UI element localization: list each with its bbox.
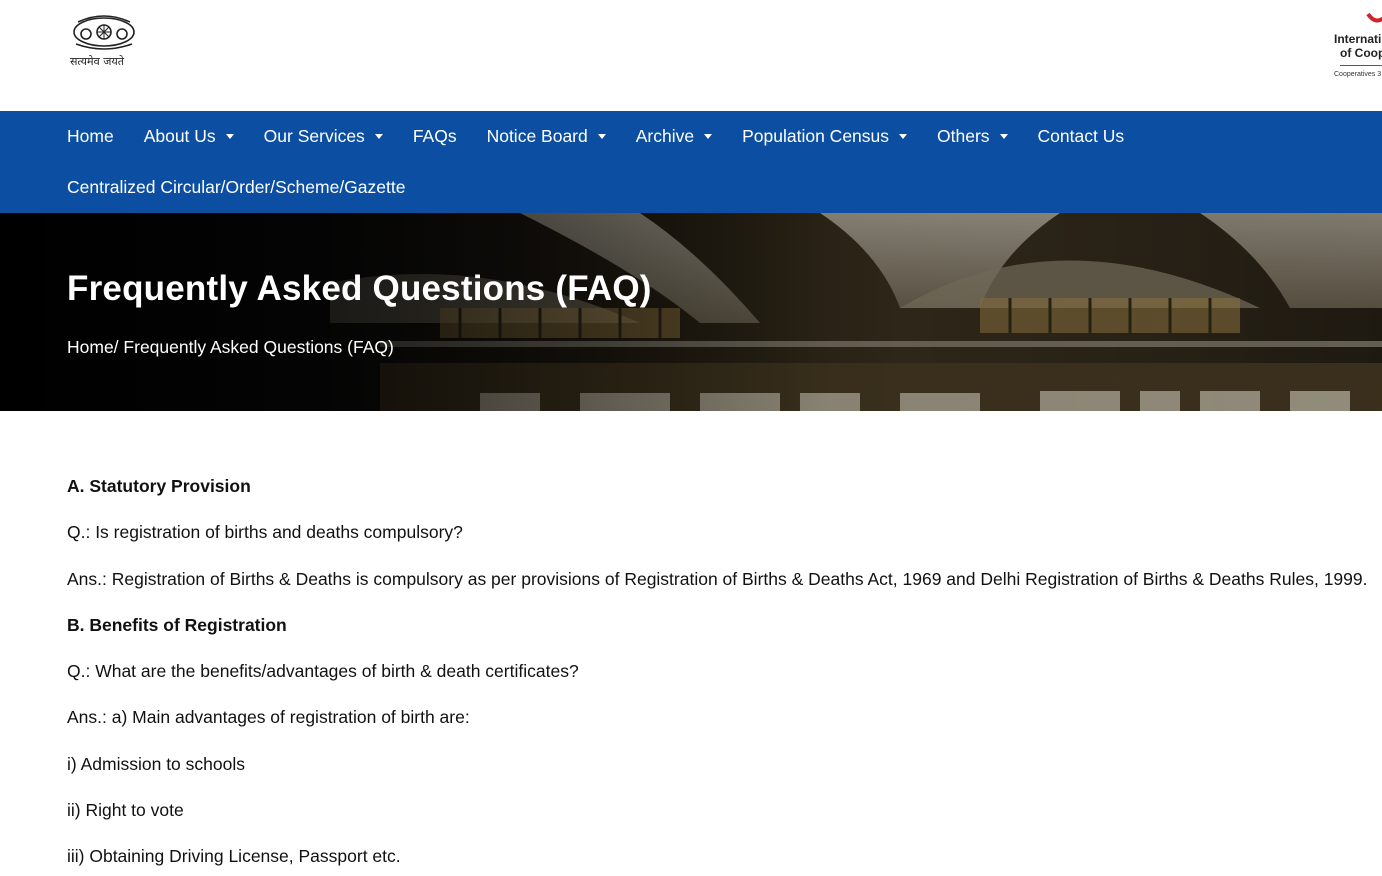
- faq-content: A. Statutory Provision Q.: Is registrati…: [67, 475, 1368, 876]
- faq-question: Q.: What are the benefits/advantages of …: [67, 661, 579, 682]
- nav-notice-board[interactable]: Notice Board: [487, 126, 606, 147]
- nav-row-secondary: Centralized Circular/Order/Scheme/Gazett…: [67, 176, 435, 198]
- nav-others[interactable]: Others: [937, 126, 1008, 147]
- nav-home-label: Home: [67, 125, 114, 146]
- nav-contact-us[interactable]: Contact Us: [1038, 126, 1125, 147]
- chevron-down-icon: [374, 133, 383, 139]
- nav-faqs[interactable]: FAQs: [413, 126, 457, 147]
- lotus-temple-background-image: [0, 213, 1382, 411]
- nav-about-us-label: About Us: [143, 125, 216, 146]
- nav-population-census-label: Population Census: [742, 125, 890, 146]
- faq-answer-list-item: i) Admission to schools: [67, 753, 245, 774]
- nav-population-census[interactable]: Population Census: [742, 125, 908, 147]
- nav-centralized-circular[interactable]: Centralized Circular/Order/Scheme/Gazett…: [67, 177, 405, 198]
- nav-our-services-label: Our Services: [263, 125, 365, 146]
- ica-logo-text-line1: Internati: [1334, 32, 1382, 46]
- faq-answer-list-item: ii) Right to vote: [67, 800, 184, 821]
- faq-section-heading: A. Statutory Provision: [67, 476, 251, 496]
- nav-row-primary: Home About Us Our Services FAQs Notice B…: [67, 125, 1154, 147]
- faq-section-heading: B. Benefits of Registration: [67, 614, 287, 635]
- nav-about-us[interactable]: About Us: [144, 126, 234, 147]
- breadcrumb-home-link[interactable]: Home/: [67, 337, 119, 358]
- nav-archive-label: Archive: [635, 125, 695, 146]
- faq-answer: Ans.: Registration of Births & Deaths is…: [67, 568, 1368, 589]
- faq-answer-list-item: iii) Obtaining Driving License, Passport…: [67, 846, 401, 867]
- chevron-down-icon: [225, 133, 234, 139]
- faq-answer: Ans.: a) Main advantages of registration…: [67, 707, 470, 728]
- breadcrumb: Home/ Frequently Asked Questions (FAQ): [67, 337, 394, 358]
- nav-our-services[interactable]: Our Services: [264, 126, 383, 147]
- nav-home[interactable]: Home: [67, 126, 114, 147]
- nav-archive[interactable]: Archive: [635, 125, 713, 147]
- chevron-down-icon: [597, 133, 606, 139]
- chevron-down-icon: [704, 133, 713, 139]
- chevron-down-icon: [899, 133, 908, 139]
- ica-logo[interactable]: Internati of Coop Cooperatives 3: [1326, 10, 1382, 85]
- main-navigation: Home About Us Our Services FAQs Notice B…: [0, 111, 1382, 213]
- breadcrumb-current: Frequently Asked Questions (FAQ): [123, 337, 394, 357]
- nav-centralized-circular-label: Centralized Circular/Order/Scheme/Gazett…: [67, 176, 406, 197]
- nav-faqs-label: FAQs: [412, 125, 457, 146]
- emblem-motto: सत्यमेव जयते: [70, 55, 125, 68]
- nav-contact-us-label: Contact Us: [1037, 125, 1125, 146]
- page-title: Frequently Asked Questions (FAQ): [67, 269, 652, 308]
- nav-others-label: Others: [937, 125, 990, 146]
- site-header: सत्यमेव जयते Internati of Coop Cooperati…: [0, 0, 1382, 111]
- page-banner: Frequently Asked Questions (FAQ) Home/ F…: [0, 213, 1382, 411]
- ica-swoosh-icon: [1366, 12, 1382, 23]
- ica-logo-tagline: Cooperatives 3: [1334, 71, 1382, 78]
- nav-notice-board-label: Notice Board: [486, 125, 588, 146]
- faq-question: Q.: Is registration of births and deaths…: [67, 522, 463, 543]
- ica-logo-text-line2: of Coop: [1340, 46, 1382, 60]
- chevron-down-icon: [999, 133, 1008, 139]
- ica-logo-rule: [1340, 65, 1382, 66]
